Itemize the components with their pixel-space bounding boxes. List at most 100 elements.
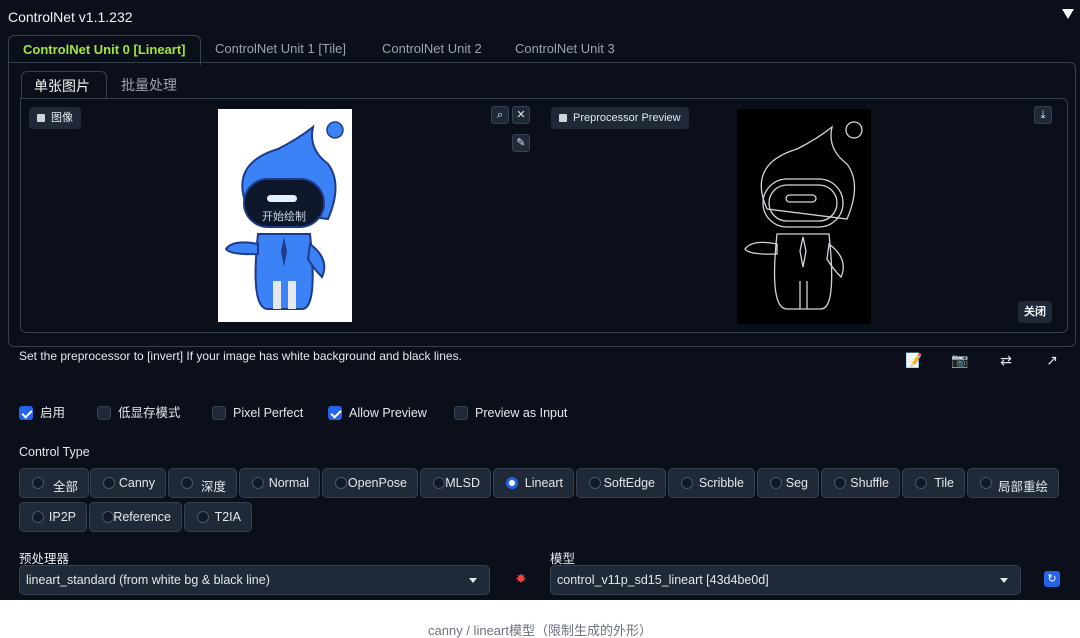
checkbox-label: Pixel Perfect	[233, 406, 304, 420]
tab-unit-0[interactable]: ControlNet Unit 0 [Lineart]	[8, 35, 201, 65]
radio-scribble[interactable]: Scribble	[668, 468, 755, 498]
image-caption: canny / lineart模型（限制生成的外形）	[428, 623, 652, 638]
camera-icon[interactable]: 📷	[950, 352, 970, 370]
close-icon[interactable]: ✕	[512, 106, 530, 124]
radio-icon	[252, 477, 264, 489]
paste-icon[interactable]: ⌕	[491, 106, 509, 124]
control-type-label: Control Type	[19, 445, 90, 459]
start-draw-text: 开始绘制	[262, 209, 306, 223]
image-area: 图像 开始绘制 ⌕ ✕ ✎ Preprocessor Preview ⤓ 关闭	[20, 98, 1068, 333]
tab-unit-2[interactable]: ControlNet Unit 2	[368, 35, 496, 63]
tab-unit-1[interactable]: ControlNet Unit 1 [Tile]	[201, 35, 360, 63]
swap-icon[interactable]: ⇄	[996, 352, 1016, 370]
radio-icon	[915, 477, 927, 489]
chevron-down-icon	[469, 578, 477, 583]
radio-icon	[102, 511, 114, 523]
lineart-illustration	[744, 121, 863, 310]
radio-label: 局部重绘	[997, 480, 1048, 494]
radio-selected-icon	[506, 477, 518, 489]
radio-normal[interactable]: Normal	[239, 468, 320, 498]
radio-icon	[197, 511, 209, 523]
refresh-icon[interactable]: ↻	[1044, 571, 1060, 587]
preview-label-text: Preprocessor Preview	[573, 112, 681, 124]
radio-label: IP2P	[48, 510, 76, 524]
radio-mlsd[interactable]: MLSD	[420, 468, 491, 498]
collapse-triangle-icon[interactable]	[1062, 9, 1074, 19]
download-icon[interactable]: ⤓	[1034, 106, 1052, 124]
image-label-chip: 图像	[29, 107, 81, 129]
checkbox-icon	[212, 406, 226, 420]
radio-canny[interactable]: Canny	[90, 468, 166, 498]
radio-icon	[834, 477, 846, 489]
radio-icon	[589, 477, 601, 489]
model-value: control_v11p_sd15_lineart [43d4be0d]	[557, 573, 769, 587]
radio-inpaint[interactable]: 局部重绘	[967, 468, 1059, 498]
radio-label: Canny	[118, 476, 155, 490]
model-select[interactable]: control_v11p_sd15_lineart [43d4be0d]	[550, 565, 1021, 595]
radio-icon	[335, 477, 347, 489]
radio-label: T2IA	[214, 510, 241, 524]
checkbox-label: Allow Preview	[349, 406, 427, 420]
send-dimensions-icon[interactable]: ↗	[1042, 352, 1062, 370]
panel-title: ControlNet v1.1.232	[8, 9, 133, 25]
radio-softedge[interactable]: SoftEdge	[576, 468, 666, 498]
checkbox-checked-icon	[19, 406, 33, 420]
radio-icon	[980, 477, 992, 489]
checkbox-label: 低显存模式	[118, 406, 181, 420]
tab-batch[interactable]: 批量处理	[109, 71, 195, 99]
radio-icon	[681, 477, 693, 489]
preview-label-icon	[559, 114, 567, 122]
radio-label: Tile	[934, 476, 954, 490]
run-preprocessor-icon[interactable]: ✸	[513, 571, 529, 587]
radio-icon	[433, 477, 445, 489]
tab-unit-3[interactable]: ControlNet Unit 3	[501, 35, 629, 63]
radio-icon	[770, 477, 782, 489]
preview-label-chip: Preprocessor Preview	[551, 107, 689, 129]
preprocessor-value: lineart_standard (from white bg & black …	[26, 573, 270, 587]
unit-panel: 单张图片 批量处理 图像 开始绘制 ⌕ ✕ ✎ Preprocessor Pre…	[8, 62, 1076, 347]
radio-icon	[32, 477, 44, 489]
panel-header[interactable]: ControlNet v1.1.232	[0, 0, 1080, 36]
radio-all[interactable]: 全部	[19, 468, 89, 498]
radio-icon	[103, 477, 115, 489]
radio-label: Scribble	[698, 476, 744, 490]
radio-label: 全部	[52, 480, 78, 494]
tab-single-image[interactable]: 单张图片	[21, 71, 107, 99]
radio-ip2p[interactable]: IP2P	[19, 502, 87, 532]
radio-icon	[32, 511, 44, 523]
chevron-down-icon	[1000, 578, 1008, 583]
preprocessor-select[interactable]: lineart_standard (from white bg & black …	[19, 565, 490, 595]
radio-label: SoftEdge	[603, 476, 655, 490]
radio-openpose[interactable]: OpenPose	[322, 468, 418, 498]
brush-icon[interactable]: ✎	[512, 134, 530, 152]
radio-label: Reference	[113, 510, 171, 524]
input-image[interactable]: 开始绘制	[218, 109, 352, 322]
radio-label: MLSD	[445, 476, 480, 490]
radio-shuffle[interactable]: Shuffle	[821, 468, 900, 498]
radio-icon	[181, 477, 193, 489]
image-label-text: 图像	[51, 112, 73, 124]
checkbox-label: 启用	[40, 406, 66, 420]
checkbox-icon	[454, 406, 468, 420]
robot-illustration: 开始绘制	[224, 121, 344, 310]
radio-label: 深度	[200, 480, 226, 494]
checkbox-label: Preview as Input	[475, 406, 568, 420]
checkbox-checked-icon	[328, 406, 342, 420]
hint-text: Set the preprocessor to [invert] If your…	[19, 349, 462, 363]
controlnet-panel: ControlNet v1.1.232 ControlNet Unit 0 [L…	[0, 0, 1080, 600]
radio-label: OpenPose	[347, 476, 407, 490]
preprocessor-preview-image	[737, 109, 871, 324]
radio-t2ia[interactable]: T2IA	[184, 502, 252, 532]
radio-tile[interactable]: Tile	[902, 468, 965, 498]
radio-reference[interactable]: Reference	[89, 502, 182, 532]
new-canvas-icon[interactable]: 📝	[904, 352, 924, 370]
radio-label: Seg	[785, 476, 808, 490]
radio-label: Lineart	[524, 476, 563, 490]
image-label-icon	[37, 114, 45, 122]
radio-label: Shuffle	[850, 476, 889, 490]
close-preview-button[interactable]: 关闭	[1018, 301, 1052, 323]
radio-lineart[interactable]: Lineart	[493, 468, 574, 498]
radio-depth[interactable]: 深度	[168, 468, 237, 498]
radio-seg[interactable]: Seg	[757, 468, 819, 498]
checkbox-icon	[97, 406, 111, 420]
